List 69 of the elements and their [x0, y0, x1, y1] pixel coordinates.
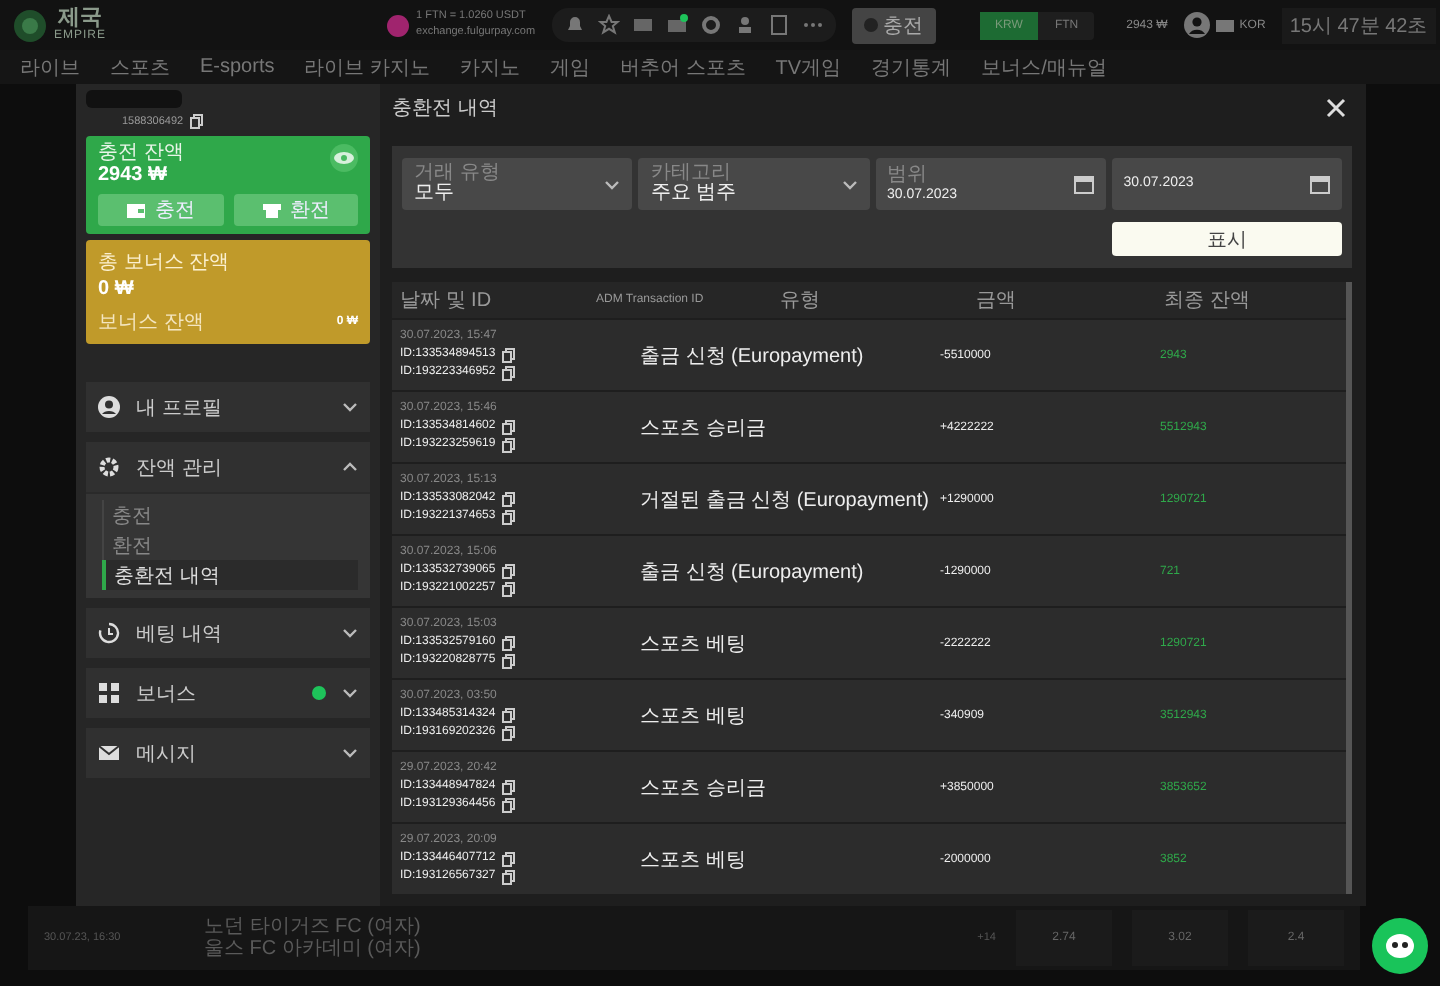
column-header: 최종 잔액	[1164, 288, 1252, 314]
chat-robot-icon	[1384, 932, 1416, 960]
copy-icon[interactable]	[189, 114, 204, 130]
person-icon[interactable]	[733, 14, 756, 36]
close-button[interactable]	[1324, 96, 1348, 120]
menu-item[interactable]: 메시지	[86, 728, 370, 778]
star-icon[interactable]	[597, 14, 620, 36]
nav-link[interactable]: 버추어 스포츠	[620, 53, 746, 81]
chat-button[interactable]	[1372, 918, 1428, 974]
logo-title: 제국	[58, 8, 102, 30]
chevron-down-icon	[342, 402, 358, 412]
bell-icon[interactable]	[563, 14, 586, 36]
bonus-label: 총 보너스 잔액	[98, 250, 232, 276]
chevron-up-icon	[342, 462, 358, 472]
deposit-button[interactable]: 충전	[851, 7, 936, 43]
avatar-icon[interactable]	[1183, 12, 1210, 38]
nav-link[interactable]: 카지노	[460, 53, 521, 81]
dropdown-field[interactable]: 카테고리 주요 범주	[638, 158, 869, 210]
profile-icon	[98, 396, 120, 418]
wallet-icon	[126, 201, 147, 219]
balance-label: 충전 잔액	[98, 144, 186, 165]
menu-item[interactable]: 베팅 내역	[86, 608, 370, 658]
transaction-type: 거절된 출금 신청 (Europayment)	[640, 487, 931, 513]
bonus-detail-label: 보너스 잔액	[98, 310, 204, 336]
submenu-item[interactable]: 충전	[102, 500, 358, 530]
chevron-down-icon	[342, 748, 358, 758]
close-icon	[1324, 96, 1348, 120]
team-name: 노던 타이거즈 FC (여자)	[204, 916, 423, 938]
transaction-type: 출금 신청 (Europayment)	[640, 343, 866, 369]
chevron-down-icon	[841, 179, 857, 189]
transaction-type: 출금 신청 (Europayment)	[640, 559, 866, 585]
flag-icon	[1215, 19, 1234, 31]
gear-icon	[98, 456, 120, 478]
history-icon	[98, 622, 120, 644]
transaction-type: 스포츠 베팅	[640, 631, 748, 657]
transaction-type: 스포츠 베팅	[640, 703, 748, 729]
document-icon[interactable]	[767, 14, 790, 36]
nav-link[interactable]: E-sports	[200, 56, 275, 78]
transaction-type: 스포츠 베팅	[640, 847, 748, 873]
nav-link[interactable]: TV게임	[775, 53, 842, 81]
eye-icon[interactable]	[330, 144, 358, 172]
column-header: 유형	[780, 288, 822, 314]
bonus-amount: 0 ₩	[98, 278, 136, 300]
nav-link[interactable]: 라이브	[20, 53, 80, 81]
team-name: 울스 FC 아카데미 (여자)	[204, 938, 423, 960]
menu-item[interactable]: 보너스	[86, 668, 370, 718]
nav-link[interactable]: 보너스/매뉴얼	[981, 53, 1107, 81]
submenu-item[interactable]: 충환전 내역	[102, 560, 358, 590]
calendar-icon	[1310, 174, 1330, 194]
balance-amount: 2943 ₩	[98, 165, 169, 186]
show-button[interactable]: 표시	[1112, 222, 1342, 256]
chevron-down-icon	[342, 628, 358, 638]
coin-icon	[386, 13, 411, 37]
dialog-title: 충환전 내역	[392, 96, 498, 122]
chevron-down-icon	[342, 688, 358, 698]
nav-link[interactable]: 라이브 카지노	[304, 53, 431, 81]
dropdown-field[interactable]: 거래 유형 모두	[402, 158, 633, 210]
nav-link[interactable]: 경기통계	[871, 53, 952, 81]
transaction-type: 스포츠 승리금	[640, 415, 768, 441]
calendar-icon	[1073, 174, 1094, 194]
briefcase-icon[interactable]	[665, 14, 688, 36]
nav-link[interactable]: 스포츠	[110, 53, 170, 81]
menu-item[interactable]: 내 프로필	[86, 382, 370, 432]
clock: 15시 47분 42초	[1281, 7, 1436, 43]
nav-link[interactable]: 게임	[550, 53, 591, 81]
column-header: 날짜 및 ID	[400, 288, 494, 314]
chevron-down-icon	[604, 179, 621, 189]
column-header: 금액	[976, 288, 1018, 314]
transaction-type: 스포츠 승리금	[640, 775, 768, 801]
